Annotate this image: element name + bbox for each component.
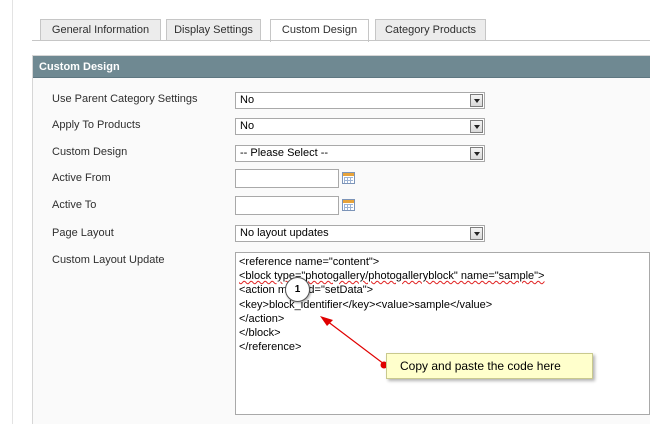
active-to-label: Active To (52, 199, 97, 211)
calendar-icon-grid (344, 177, 353, 183)
use-parent-label: Use Parent Category Settings (52, 93, 198, 105)
tab-general-information[interactable]: General Information (40, 19, 161, 41)
code-line: <reference name="content"> (239, 256, 380, 268)
custom-design-value: -- Please Select -- (240, 147, 329, 159)
left-divider (12, 0, 13, 424)
tab-display-settings[interactable]: Display Settings (166, 19, 261, 41)
tab-custom-design[interactable]: Custom Design (270, 19, 369, 42)
apply-products-select[interactable]: No (235, 118, 485, 135)
code-line: </block> (239, 327, 281, 340)
chevron-down-icon[interactable] (470, 227, 483, 240)
active-to-input[interactable] (235, 196, 339, 215)
chevron-down-icon[interactable] (470, 147, 483, 160)
tab-underline (32, 40, 650, 41)
panel-title: Custom Design (39, 61, 120, 73)
calendar-icon[interactable] (342, 199, 355, 211)
active-from-input[interactable] (235, 169, 339, 188)
calendar-icon[interactable] (342, 172, 355, 184)
apply-products-value: No (240, 120, 255, 132)
layout-update-label: Custom Layout Update (52, 254, 165, 266)
panel-header: Custom Design (33, 56, 650, 78)
calendar-icon-header (343, 200, 354, 203)
callout-tooltip: Copy and paste the code here (386, 353, 593, 379)
custom-design-select[interactable]: -- Please Select -- (235, 145, 485, 162)
step-badge: 1 (285, 277, 310, 302)
active-from-label: Active From (52, 172, 111, 184)
use-parent-select[interactable]: No (235, 92, 485, 109)
calendar-icon-grid (344, 204, 353, 210)
page-layout-value: No layout updates (240, 227, 329, 239)
custom-design-label: Custom Design (52, 146, 128, 158)
apply-products-label: Apply To Products (52, 119, 141, 131)
page-layout-label: Page Layout (52, 227, 114, 239)
use-parent-value: No (240, 94, 255, 106)
chevron-down-icon[interactable] (470, 120, 483, 133)
tab-category-products[interactable]: Category Products (375, 19, 486, 41)
chevron-down-icon[interactable] (470, 94, 483, 107)
code-line: </action> (239, 312, 285, 325)
page-layout-select[interactable]: No layout updates (235, 225, 485, 242)
calendar-icon-header (343, 173, 354, 176)
